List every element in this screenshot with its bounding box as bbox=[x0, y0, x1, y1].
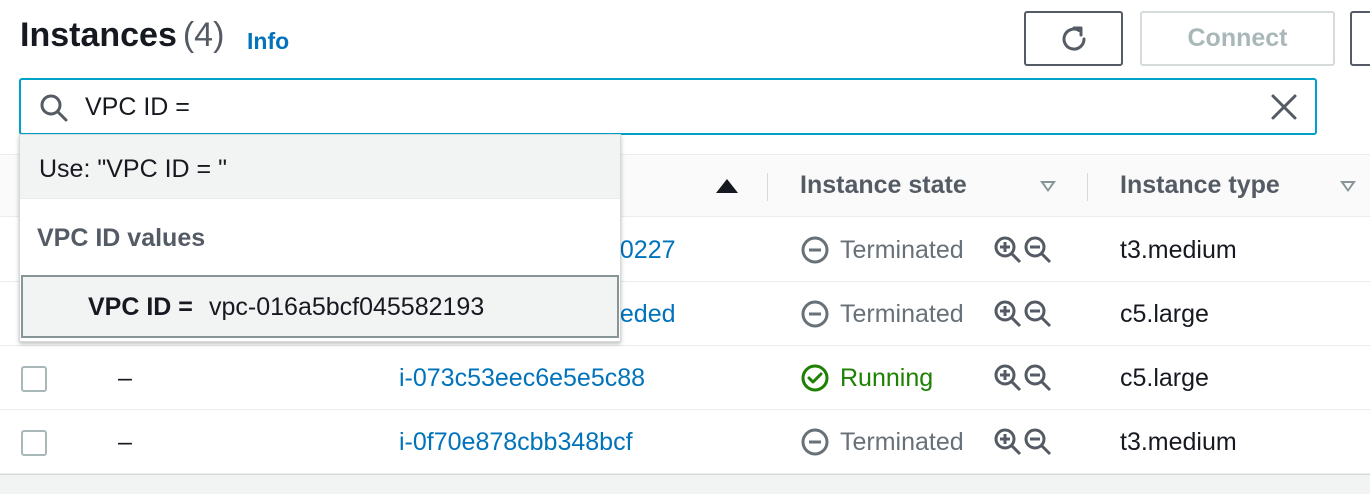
use-filter-label: Use: "VPC ID = " bbox=[39, 155, 227, 183]
refresh-button[interactable] bbox=[1024, 11, 1123, 66]
connect-button[interactable]: Connect bbox=[1140, 11, 1335, 66]
page-title-text: Instances bbox=[20, 16, 177, 54]
option-value: vpc-016a5bcf045582193 bbox=[209, 293, 485, 321]
row-checkbox[interactable] bbox=[21, 366, 47, 392]
connect-label: Connect bbox=[1187, 24, 1288, 52]
instance-type: c5.large bbox=[1120, 300, 1209, 328]
instance-id-link[interactable]: i-073c53eec6e5e5c88 bbox=[399, 364, 645, 393]
use-filter-option[interactable]: Use: "VPC ID = " bbox=[20, 135, 620, 199]
column-divider bbox=[1087, 173, 1088, 201]
zoom-in-icon[interactable] bbox=[993, 299, 1023, 329]
table-footer bbox=[0, 474, 1370, 494]
table-row[interactable]: – i-073c53eec6e5e5c88 Running c5.large bbox=[0, 346, 1370, 410]
table-row[interactable]: – i-0f70e878cbb348bcf Terminated t3.medi… bbox=[0, 410, 1370, 474]
state-label: Terminated bbox=[840, 299, 964, 328]
column-divider bbox=[767, 173, 768, 201]
state-label: Terminated bbox=[840, 427, 964, 456]
minus-circle-icon bbox=[801, 428, 829, 456]
zoom-controls bbox=[993, 235, 1053, 265]
column-instance-type[interactable]: Instance type bbox=[1120, 171, 1280, 200]
zoom-controls bbox=[993, 363, 1053, 393]
instance-name: – bbox=[118, 428, 132, 456]
sort-icon[interactable] bbox=[1340, 181, 1356, 192]
minus-circle-icon bbox=[801, 236, 829, 264]
zoom-out-icon[interactable] bbox=[1023, 427, 1053, 457]
refresh-icon bbox=[1062, 26, 1086, 51]
search-input[interactable] bbox=[85, 86, 1235, 128]
instance-type: t3.medium bbox=[1120, 428, 1237, 456]
zoom-out-icon[interactable] bbox=[1023, 299, 1053, 329]
instance-type: t3.medium bbox=[1120, 236, 1237, 264]
minus-circle-icon bbox=[801, 300, 829, 328]
instance-count: (4) bbox=[182, 16, 225, 54]
zoom-in-icon[interactable] bbox=[993, 235, 1023, 265]
info-link[interactable]: Info bbox=[247, 28, 289, 55]
sort-icon[interactable] bbox=[1040, 181, 1056, 192]
instance-state-button[interactable] bbox=[1350, 11, 1370, 66]
close-icon[interactable] bbox=[1269, 92, 1299, 122]
option-key: VPC ID = bbox=[88, 293, 193, 321]
search-icon bbox=[40, 94, 68, 122]
zoom-in-icon[interactable] bbox=[993, 427, 1023, 457]
zoom-in-icon[interactable] bbox=[993, 363, 1023, 393]
suggestion-group-label: VPC ID values bbox=[37, 224, 206, 252]
instance-state: Terminated bbox=[800, 232, 964, 268]
search-filter[interactable] bbox=[19, 78, 1317, 135]
column-instance-state[interactable]: Instance state bbox=[800, 171, 967, 200]
sort-ascending-icon[interactable] bbox=[716, 179, 738, 193]
vpc-id-option[interactable]: VPC ID = vpc-016a5bcf045582193 bbox=[21, 275, 619, 338]
page-title: Instances (4) bbox=[20, 16, 224, 55]
check-circle-icon bbox=[801, 364, 829, 392]
filter-suggestions-dropdown: Use: "VPC ID = " VPC ID values VPC ID = … bbox=[19, 134, 621, 342]
row-checkbox[interactable] bbox=[21, 430, 47, 456]
instance-type: c5.large bbox=[1120, 364, 1209, 392]
state-label: Terminated bbox=[840, 235, 964, 264]
zoom-out-icon[interactable] bbox=[1023, 235, 1053, 265]
state-label: Running bbox=[840, 363, 934, 392]
instance-name: – bbox=[118, 364, 132, 392]
zoom-controls bbox=[993, 299, 1053, 329]
zoom-out-icon[interactable] bbox=[1023, 363, 1053, 393]
instance-id-link[interactable]: i-0f70e878cbb348bcf bbox=[399, 428, 633, 457]
instance-state: Terminated bbox=[800, 296, 964, 332]
instance-state: Running bbox=[800, 360, 933, 396]
zoom-controls bbox=[993, 427, 1053, 457]
instance-state: Terminated bbox=[800, 424, 964, 460]
